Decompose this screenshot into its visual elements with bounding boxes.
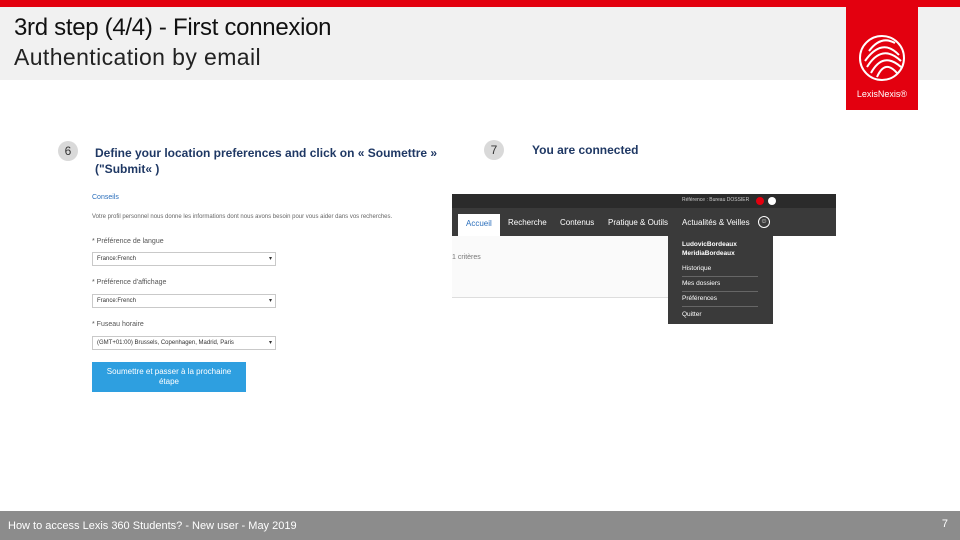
chevron-down-icon: ▾: [268, 298, 272, 304]
form-description: Votre profil personnel nous donne les in…: [92, 214, 393, 220]
footer-text: How to access Lexis 360 Students? - New …: [8, 520, 297, 532]
display-select[interactable]: France:French ▾: [92, 294, 276, 308]
lexisnexis-logo: LexisNexis®: [846, 7, 918, 110]
page-title: 3rd step (4/4) - First connexion: [14, 14, 332, 41]
chevron-down-icon: ▾: [268, 340, 272, 346]
user-dropdown-menu: LudovicBordeaux MeridiaBordeaux Historiq…: [668, 236, 773, 324]
tab-recherche[interactable]: Recherche: [508, 218, 547, 227]
timezone-label: * Fuseau horaire: [92, 321, 144, 328]
tab-contenus[interactable]: Contenus: [560, 218, 594, 227]
connected-app-screenshot: Référence : Bureau DOSSIER Accueil Reche…: [452, 194, 836, 324]
menu-item-preferences[interactable]: Préférences: [682, 295, 717, 302]
step-6-badge: 6: [58, 141, 78, 161]
language-value: France:French: [97, 256, 137, 262]
display-label: * Préférence d'affichage: [92, 279, 167, 286]
page-number: 7: [941, 518, 948, 530]
user-icon[interactable]: ☺: [758, 216, 770, 228]
tab-accueil[interactable]: Accueil: [458, 214, 500, 236]
criteria-text: 1 critères: [452, 254, 481, 261]
content-panel: 1 critères: [452, 236, 668, 298]
step-6-line1: Define your location preferences and cli…: [95, 146, 438, 160]
pause-icon[interactable]: [768, 197, 776, 205]
language-select[interactable]: France:French ▾: [92, 252, 276, 266]
menu-item-quitter[interactable]: Quitter: [682, 311, 702, 318]
menu-item-historique[interactable]: Historique: [682, 265, 711, 272]
step-6-instruction: Define your location preferences and cli…: [95, 145, 437, 177]
step-7-instruction: You are connected: [532, 143, 639, 157]
logo-text: LexisNexis®: [856, 89, 908, 99]
submit-button[interactable]: Soumettre et passer à la prochaine étape: [92, 362, 246, 392]
globe-logo-icon: [859, 35, 905, 81]
timezone-select[interactable]: (GMT+01:00) Brussels, Copenhagen, Madrid…: [92, 336, 276, 350]
top-accent-bar: [0, 0, 960, 7]
page-subtitle: Authentication by email: [14, 44, 262, 70]
menu-divider: [682, 291, 758, 292]
tips-link[interactable]: Conseils: [92, 194, 119, 201]
timezone-value: (GMT+01:00) Brussels, Copenhagen, Madrid…: [97, 340, 234, 346]
tab-pratique-outils[interactable]: Pratique & Outils: [608, 218, 668, 227]
app-navbar: Accueil Recherche Contenus Pratique & Ou…: [452, 208, 836, 236]
footer-bar: How to access Lexis 360 Students? - New …: [0, 511, 960, 540]
menu-divider: [682, 276, 758, 277]
submit-label-line1: Soumettre et passer à la prochaine: [106, 367, 232, 376]
play-icon[interactable]: [756, 197, 764, 205]
tab-accueil-label: Accueil: [466, 219, 492, 228]
preferences-form: Conseils Votre profil personnel nous don…: [90, 190, 420, 400]
account-reference: Référence : Bureau DOSSIER: [682, 197, 750, 203]
app-topbar: Référence : Bureau DOSSIER: [452, 194, 836, 208]
display-value: France:French: [97, 298, 137, 304]
language-label: * Préférence de langue: [92, 238, 164, 245]
menu-user-office: MeridiaBordeaux: [682, 250, 735, 257]
tab-actualites-veilles[interactable]: Actualités & Veilles: [682, 218, 750, 227]
step-7-badge: 7: [484, 140, 504, 160]
step-6-line2: ("Submit« ): [95, 162, 160, 176]
submit-label-line2: étape: [158, 377, 180, 386]
chevron-down-icon: ▾: [268, 256, 272, 262]
menu-item-mes-dossiers[interactable]: Mes dossiers: [682, 280, 720, 287]
menu-user-name: LudovicBordeaux: [682, 241, 737, 248]
menu-divider: [682, 306, 758, 307]
